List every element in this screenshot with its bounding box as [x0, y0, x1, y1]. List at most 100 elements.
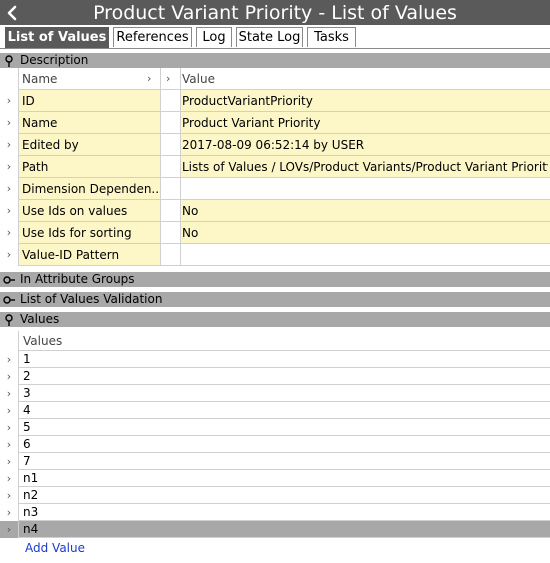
header-divider	[18, 350, 550, 351]
pin-collapsed-icon	[3, 296, 15, 304]
row-divider	[18, 537, 550, 538]
value-item[interactable]: n2	[23, 487, 38, 504]
column-header-name[interactable]: Name	[22, 68, 57, 90]
value-item[interactable]: n4	[23, 521, 38, 538]
attribute-value[interactable]: 2017-08-09 06:52:14 by USER	[182, 134, 548, 156]
value-row[interactable]: › 1	[0, 351, 550, 368]
tab-log[interactable]: Log	[196, 27, 232, 47]
attribute-name: Dimension Dependen...	[22, 182, 158, 196]
description-column-header: Name › › Value	[0, 68, 550, 90]
values-section-label: Values	[20, 312, 60, 326]
column-divider	[160, 68, 161, 266]
column-header-values[interactable]: Values	[23, 331, 62, 351]
value-item[interactable]: 4	[23, 402, 31, 419]
row-expand-icon[interactable]: ›	[1, 112, 17, 134]
row-expand-icon[interactable]: ›	[1, 244, 17, 266]
row-expand-icon[interactable]: ›	[1, 368, 17, 385]
attribute-name: ID	[22, 94, 35, 108]
tab-state-log[interactable]: State Log	[236, 27, 303, 47]
row-expand-icon[interactable]: ›	[1, 436, 17, 453]
value-item[interactable]: 5	[23, 419, 31, 436]
add-value-link[interactable]: Add Value	[25, 541, 85, 555]
attribute-name: Path	[22, 160, 49, 174]
validation-section-header[interactable]: List of Values Validation	[0, 292, 550, 307]
column-divider	[18, 331, 19, 538]
row-expand-icon[interactable]: ›	[1, 504, 17, 521]
row-expand-icon[interactable]: ›	[1, 521, 17, 538]
value-item[interactable]: n3	[23, 504, 38, 521]
row-expand-icon[interactable]: ›	[1, 156, 17, 178]
sort-arrow-icon[interactable]: ›	[147, 68, 151, 90]
attribute-value[interactable]: No	[182, 222, 548, 244]
tab-bar: List of Values References Log State Log …	[0, 25, 550, 49]
value-item[interactable]: 7	[23, 453, 31, 470]
tab-references[interactable]: References	[113, 27, 192, 47]
value-row[interactable]: › 2	[0, 368, 550, 385]
value-row[interactable]: › n3	[0, 504, 550, 521]
column-divider	[180, 68, 181, 266]
description-row[interactable]: › Value-ID Pattern	[0, 244, 550, 266]
attribute-value[interactable]	[182, 244, 548, 266]
value-row[interactable]: › 3	[0, 385, 550, 402]
attribute-value[interactable]	[182, 178, 548, 200]
row-expand-icon[interactable]: ›	[1, 487, 17, 504]
pin-expanded-icon	[5, 314, 13, 326]
pin-collapsed-icon	[3, 276, 15, 284]
description-row[interactable]: › Use Ids on values No	[0, 200, 550, 222]
attribute-value[interactable]: Product Variant Priority	[182, 112, 548, 134]
row-expand-icon[interactable]: ›	[1, 351, 17, 368]
row-expand-icon[interactable]: ›	[1, 419, 17, 436]
window-title: Product Variant Priority - List of Value…	[93, 2, 457, 24]
row-expand-icon[interactable]: ›	[1, 402, 17, 419]
value-item[interactable]: 1	[23, 351, 31, 368]
description-row[interactable]: › Edited by 2017-08-09 06:52:14 by USER	[0, 134, 550, 156]
description-row[interactable]: › ID ProductVariantPriority	[0, 90, 550, 112]
row-expand-icon[interactable]: ›	[1, 385, 17, 402]
expand-column-icon[interactable]: ›	[166, 68, 170, 90]
row-expand-icon[interactable]: ›	[1, 453, 17, 470]
value-item[interactable]: n1	[23, 470, 38, 487]
value-row[interactable]: › n2	[0, 487, 550, 504]
pin-expanded-icon	[5, 55, 13, 67]
attribute-name: Use Ids on values	[22, 204, 128, 218]
value-row[interactable]: › n4	[0, 521, 550, 538]
description-row[interactable]: › Name Product Variant Priority	[0, 112, 550, 134]
attribute-value[interactable]: ProductVariantPriority	[182, 90, 548, 112]
value-item[interactable]: 2	[23, 368, 31, 385]
column-divider	[18, 68, 19, 266]
value-row[interactable]: › 4	[0, 402, 550, 419]
values-section-header[interactable]: Values	[0, 312, 550, 327]
title-bar: Product Variant Priority - List of Value…	[0, 0, 550, 25]
header-divider	[18, 89, 550, 90]
description-row[interactable]: › Path Lists of Values / LOVs/Product Vari…	[0, 156, 550, 178]
row-expand-icon[interactable]: ›	[1, 200, 17, 222]
row-expand-icon[interactable]: ›	[1, 178, 17, 200]
tab-list-of-values[interactable]: List of Values	[5, 27, 109, 48]
value-row[interactable]: › n1	[0, 470, 550, 487]
attribute-value[interactable]: Lists of Values / LOVs/Product Variants/…	[182, 156, 548, 178]
description-row[interactable]: › Dimension Dependen...	[0, 178, 550, 200]
attribute-name: Name	[22, 116, 58, 130]
description-section-header[interactable]: Description	[0, 53, 550, 68]
values-column-header: Values	[0, 331, 550, 351]
value-row[interactable]: › 5	[0, 419, 550, 436]
row-expand-icon[interactable]: ›	[1, 470, 17, 487]
attribute-value[interactable]: No	[182, 200, 548, 222]
value-item[interactable]: 3	[23, 385, 31, 402]
attribute-name: Value-ID Pattern	[22, 248, 120, 262]
row-divider	[18, 265, 550, 266]
row-expand-icon[interactable]: ›	[1, 134, 17, 156]
row-expand-icon[interactable]: ›	[1, 222, 17, 244]
attribute-groups-section-header[interactable]: In Attribute Groups	[0, 272, 550, 287]
column-header-value[interactable]: Value	[182, 68, 215, 90]
attribute-groups-label: In Attribute Groups	[20, 272, 135, 286]
tab-tasks[interactable]: Tasks	[307, 27, 356, 47]
description-section-label: Description	[20, 53, 89, 67]
row-expand-icon[interactable]: ›	[1, 90, 17, 112]
value-row[interactable]: › 7	[0, 453, 550, 470]
value-row[interactable]: › 6	[0, 436, 550, 453]
validation-section-label: List of Values Validation	[20, 292, 163, 306]
description-row[interactable]: › Use Ids for sorting No	[0, 222, 550, 244]
value-item[interactable]: 6	[23, 436, 31, 453]
attribute-name: Edited by	[22, 138, 79, 152]
